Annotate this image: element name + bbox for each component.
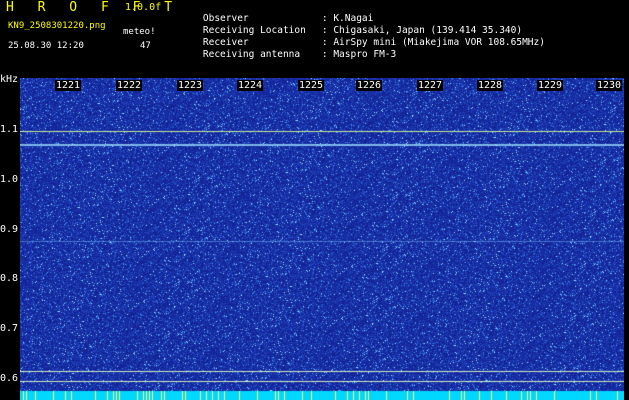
x-tick-label: 1227: [417, 80, 444, 91]
header-panel: H R O F F T 1.0.0f KN9_2508301220.png me…: [0, 0, 629, 78]
app-version: 1.0.0f: [125, 2, 162, 13]
y-tick-label: 0.6: [0, 373, 19, 384]
x-tick-label: 1225: [298, 80, 325, 91]
x-tick-label: 1224: [237, 80, 264, 91]
y-tick-label: 0.8: [0, 273, 19, 284]
x-tick-label: 1229: [537, 80, 564, 91]
y-axis-unit: kHz: [0, 74, 19, 85]
x-tick-label: 1221: [55, 80, 82, 91]
y-tick-label: 0.9: [0, 224, 19, 235]
y-tick-label: 1.1: [0, 124, 19, 135]
y-tick-label: 0.7: [0, 323, 19, 334]
meteo-label: meteo!: [123, 27, 156, 37]
info-value: : Maspro FM-3: [321, 48, 397, 60]
y-tick-label: 1.0: [0, 174, 19, 185]
x-tick-label: 1222: [116, 80, 143, 91]
info-row-antenna: Receiving antenna : Maspro FM-3: [180, 40, 396, 69]
file-name: KN9_2508301220.png: [8, 21, 106, 31]
spectrogram-area: [20, 78, 624, 400]
observation-datetime: 25.08.30 12:20: [8, 41, 84, 51]
x-tick-label: 1223: [177, 80, 204, 91]
info-key: Receiving antenna: [202, 48, 301, 60]
x-tick-label: 1226: [356, 80, 383, 91]
x-tick-label: 1228: [477, 80, 504, 91]
spectrogram-canvas: [20, 78, 624, 400]
x-tick-label: 1230: [596, 80, 623, 91]
meteor-count: 47: [140, 41, 151, 51]
